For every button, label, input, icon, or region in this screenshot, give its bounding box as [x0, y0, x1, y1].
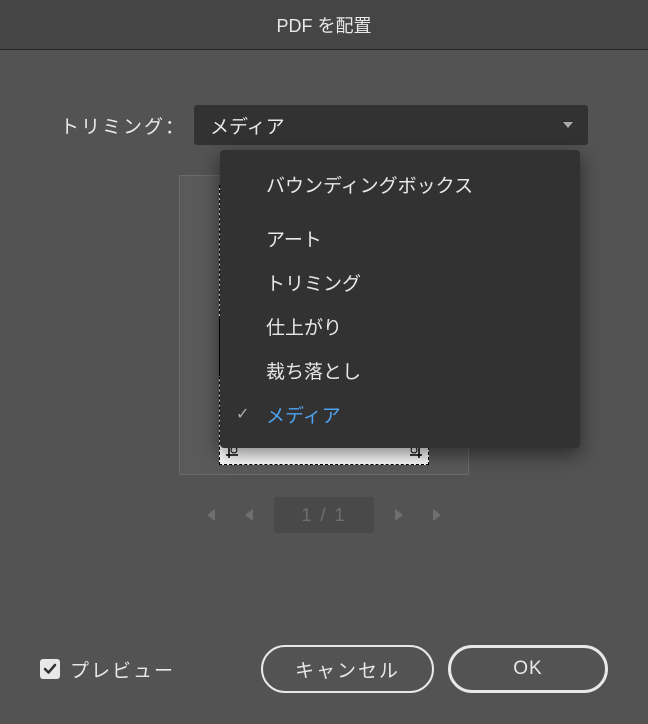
next-page-button[interactable] [388, 503, 412, 527]
trim-option-media[interactable]: ✓ メディア [220, 392, 580, 436]
trim-option-art[interactable]: アート [220, 216, 580, 260]
pager: 1 / 1 [198, 497, 450, 533]
ok-button[interactable]: OK [448, 645, 608, 693]
preview-checkbox[interactable] [40, 659, 60, 679]
chevron-down-icon [563, 122, 573, 128]
trim-option-media-label: メディア [266, 401, 341, 428]
trim-label: トリミング： [60, 112, 186, 139]
trim-option-bounding-box[interactable]: バウンディングボックス [220, 162, 580, 206]
trim-dropdown-menu: バウンディングボックス アート トリミング 仕上がり 裁ち落とし ✓ メディア [220, 150, 580, 448]
trim-option-bleed[interactable]: 裁ち落とし [220, 348, 580, 392]
page-counter[interactable]: 1 / 1 [274, 497, 374, 533]
check-icon [43, 662, 57, 676]
cancel-button[interactable]: キャンセル [261, 645, 434, 693]
trim-option-finish[interactable]: 仕上がり [220, 304, 580, 348]
first-page-button[interactable] [198, 503, 222, 527]
trim-row: トリミング： メディア [60, 105, 588, 145]
prev-page-button[interactable] [236, 503, 260, 527]
last-page-button[interactable] [426, 503, 450, 527]
trim-option-trim[interactable]: トリミング [220, 260, 580, 304]
trim-dropdown-value: メディア [210, 112, 285, 139]
preview-checkbox-wrap: プレビュー [40, 656, 175, 683]
dialog-title: PDF を配置 [0, 0, 648, 50]
place-pdf-dialog: PDF を配置 トリミング： メディア バウンディングボックス アート トリミン… [0, 0, 648, 724]
dialog-footer: プレビュー キャンセル OK [0, 614, 648, 724]
dialog-content: トリミング： メディア バウンディングボックス アート トリミング 仕上がり 裁… [0, 50, 648, 614]
check-icon: ✓ [236, 404, 249, 424]
trim-dropdown[interactable]: メディア [194, 105, 588, 145]
preview-checkbox-label: プレビュー [70, 656, 175, 683]
